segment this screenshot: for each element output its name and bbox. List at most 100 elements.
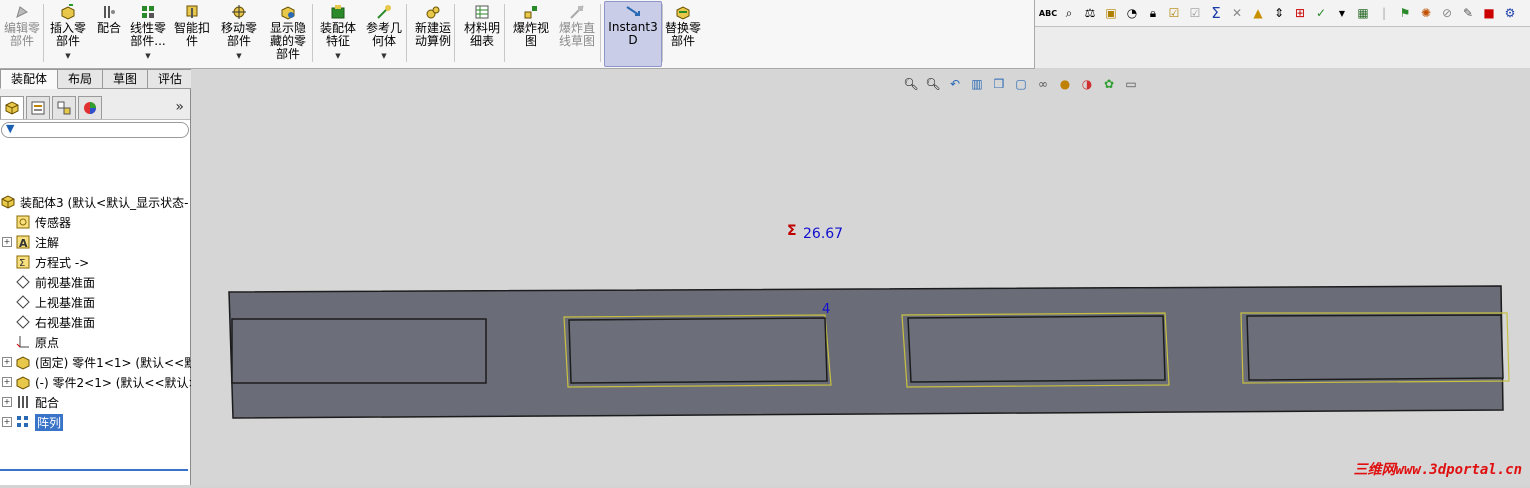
circle-check-icon[interactable]: ⊘ bbox=[1438, 4, 1456, 22]
mate-button[interactable]: 配合 bbox=[94, 3, 124, 65]
pattern-count-label[interactable]: 4 bbox=[822, 302, 830, 317]
tree-item-10[interactable]: + 阵列 bbox=[2, 412, 64, 432]
ref-geometry-button[interactable]: 参考几何体 ▼ bbox=[363, 3, 405, 65]
expand-toggle-icon[interactable]: + bbox=[2, 417, 12, 427]
dropdown-arrow-icon[interactable]: ▼ bbox=[381, 50, 386, 63]
feature-tree-tab[interactable] bbox=[0, 96, 24, 119]
insert-part-button[interactable]: 插入零部件 ▼ bbox=[47, 3, 89, 65]
tree-item-0[interactable]: 传感器 bbox=[2, 212, 71, 232]
gauge-icon[interactable]: ◔ bbox=[1123, 4, 1141, 22]
tab-0[interactable]: 装配体 bbox=[0, 69, 59, 89]
tab-2[interactable]: 草图 bbox=[103, 69, 149, 89]
zoom-area-icon[interactable]: 🔍︎ bbox=[924, 75, 942, 93]
ribbon-separator bbox=[406, 4, 407, 62]
pen-icon[interactable]: ✎ bbox=[1459, 4, 1477, 22]
new-motion-button[interactable]: 新建运动算例 bbox=[410, 3, 456, 65]
ribbon-separator bbox=[43, 4, 44, 62]
tree-item-label: 配合 bbox=[35, 395, 60, 410]
scene-icon[interactable]: ◑ bbox=[1078, 75, 1096, 93]
feature-manager-panel: » ▼ 装配体3 (默认<默认_显示状态- 传感器 + A 注解 Σ 方程式 -> 前视基准面… bbox=[0, 89, 199, 485]
checkbox-grey-icon[interactable]: ☑ bbox=[1186, 4, 1204, 22]
tree-item-label: (-) 零件2<1> (默认<<默认> bbox=[35, 375, 199, 390]
dimension-value[interactable]: 26.67 bbox=[803, 226, 843, 242]
tree-item-5[interactable]: 右视基准面 bbox=[2, 312, 95, 332]
display-manager-icon[interactable]: ✿ bbox=[1100, 75, 1118, 93]
command-manager-ribbon: 编辑零部件 插入零部件 ▼ 配合 线性零部件... ▼ 智能扣件 移动零部件 ▼ 显示隐藏的零部件… bbox=[0, 0, 1035, 69]
section-view-icon[interactable]: ▥ bbox=[968, 75, 986, 93]
table-icon[interactable]: ▦ bbox=[1354, 4, 1372, 22]
tree-item-label: 原点 bbox=[35, 335, 60, 350]
previous-view-icon[interactable]: ↶ bbox=[946, 75, 964, 93]
tree-item-2[interactable]: Σ 方程式 -> bbox=[2, 252, 89, 272]
display-manager-tab[interactable] bbox=[78, 96, 102, 119]
hide-show-icon[interactable]: ∞ bbox=[1034, 75, 1052, 93]
explode-line-button[interactable]: 爆炸直线草图 bbox=[556, 3, 598, 65]
find-icon[interactable]: ⌕ bbox=[1060, 4, 1078, 22]
tree-rollback-bar[interactable] bbox=[0, 469, 188, 471]
tree-item-9[interactable]: + 配合 bbox=[2, 392, 59, 412]
expand-toggle-icon[interactable]: + bbox=[2, 377, 12, 387]
toolbar-background bbox=[1035, 27, 1530, 68]
sum-icon[interactable]: Σ bbox=[1207, 4, 1225, 22]
sketch-icon[interactable]: ⊞ bbox=[1291, 4, 1309, 22]
chevron-down-icon[interactable]: ▼ bbox=[1333, 4, 1351, 22]
color-icon[interactable]: ■ bbox=[1480, 4, 1498, 22]
separator-icon: | bbox=[1381, 6, 1387, 20]
show-hidden-button[interactable]: 显示隐藏的零部件 bbox=[266, 3, 310, 65]
model-scene[interactable]: Σ 26.67 4 bbox=[191, 69, 1530, 485]
tree-item-4[interactable]: 上视基准面 bbox=[2, 292, 95, 312]
view-orientation-icon[interactable]: ❒ bbox=[990, 75, 1008, 93]
dropdown-arrow-icon[interactable]: ▼ bbox=[335, 50, 340, 63]
dimension-sigma[interactable]: Σ bbox=[787, 223, 797, 239]
tree-item-3[interactable]: 前视基准面 bbox=[2, 272, 95, 292]
display-style-icon[interactable]: ▢ bbox=[1012, 75, 1030, 93]
check-x-icon[interactable]: ✓ bbox=[1312, 4, 1330, 22]
root-icon bbox=[0, 194, 16, 210]
expand-toggle-icon[interactable]: + bbox=[2, 397, 12, 407]
settings-icon[interactable]: ⚙ bbox=[1501, 4, 1519, 22]
ribbon-button-label: 装配体特征 bbox=[319, 21, 356, 48]
graphics-viewport[interactable]: Σ 26.67 4 三维网www.3dportal.cn bbox=[191, 69, 1530, 485]
dropdown-arrow-icon[interactable]: ▼ bbox=[65, 50, 70, 63]
tree-item-8[interactable]: + (-) 零件2<1> (默认<<默认> bbox=[2, 372, 199, 392]
tree-filter[interactable]: ▼ bbox=[1, 122, 189, 138]
flag-icon[interactable]: ⚑ bbox=[1396, 4, 1414, 22]
align-icon[interactable]: ⇕ bbox=[1270, 4, 1288, 22]
checkbox-icon[interactable]: ☑ bbox=[1165, 4, 1183, 22]
tab-1[interactable]: 布局 bbox=[58, 69, 104, 89]
zoom-fit-icon[interactable]: 🔍︎ bbox=[902, 75, 920, 93]
property-manager-tab[interactable] bbox=[26, 96, 50, 119]
dropdown-arrow-icon[interactable]: ▼ bbox=[236, 50, 241, 63]
link-icon[interactable]: ▣ bbox=[1102, 4, 1120, 22]
spelling-icon[interactable]: ABC bbox=[1039, 4, 1057, 22]
bom-button[interactable]: 材料明细表 bbox=[460, 3, 504, 65]
expand-toggle-icon[interactable]: + bbox=[2, 357, 12, 367]
balance-icon[interactable]: ⚖ bbox=[1081, 4, 1099, 22]
tree-root-assembly[interactable]: 装配体3 (默认<默认_显示状态- bbox=[0, 192, 189, 212]
config-manager-tab[interactable] bbox=[52, 96, 76, 119]
tab-3[interactable]: 评估 bbox=[148, 69, 194, 89]
smart-fastener-button[interactable]: 智能扣件 bbox=[172, 3, 212, 65]
linear-pattern-button[interactable]: 线性零部件... ▼ bbox=[128, 3, 168, 65]
appearance-icon[interactable]: ● bbox=[1056, 75, 1074, 93]
replace-part-button[interactable]: 替换零部件 bbox=[663, 3, 703, 65]
ribbon-button-label: 新建运动算例 bbox=[414, 21, 451, 48]
tree-item-7[interactable]: + (固定) 零件1<1> (默认<<默 bbox=[2, 352, 196, 372]
expand-toggle-icon[interactable]: + bbox=[2, 237, 12, 247]
instant3d-button[interactable]: Instant3D bbox=[604, 1, 662, 67]
edit-part-icon bbox=[13, 3, 31, 21]
warning-icon[interactable]: ▲ bbox=[1249, 4, 1267, 22]
move-component-button[interactable]: 移动零部件 ▼ bbox=[218, 3, 260, 65]
interference-icon[interactable]: ✕ bbox=[1228, 4, 1246, 22]
dropdown-arrow-icon[interactable]: ▼ bbox=[145, 50, 150, 63]
expand-icon[interactable]: » bbox=[175, 99, 184, 115]
assembly-features-button[interactable]: 装配体特征 ▼ bbox=[316, 3, 360, 65]
tree-item-6[interactable]: 原点 bbox=[2, 332, 59, 352]
exploded-view-button[interactable]: 爆炸视图 bbox=[510, 3, 552, 65]
lock-icon[interactable]: 🔒︎ bbox=[1144, 4, 1162, 22]
view-settings-icon[interactable]: ▭ bbox=[1122, 75, 1140, 93]
tree-item-1[interactable]: + A 注解 bbox=[2, 232, 59, 252]
edit-part-button[interactable]: 编辑零部件 bbox=[2, 3, 42, 65]
render-icon[interactable]: ✺ bbox=[1417, 4, 1435, 22]
ribbon-button-label: 配合 bbox=[96, 21, 121, 35]
